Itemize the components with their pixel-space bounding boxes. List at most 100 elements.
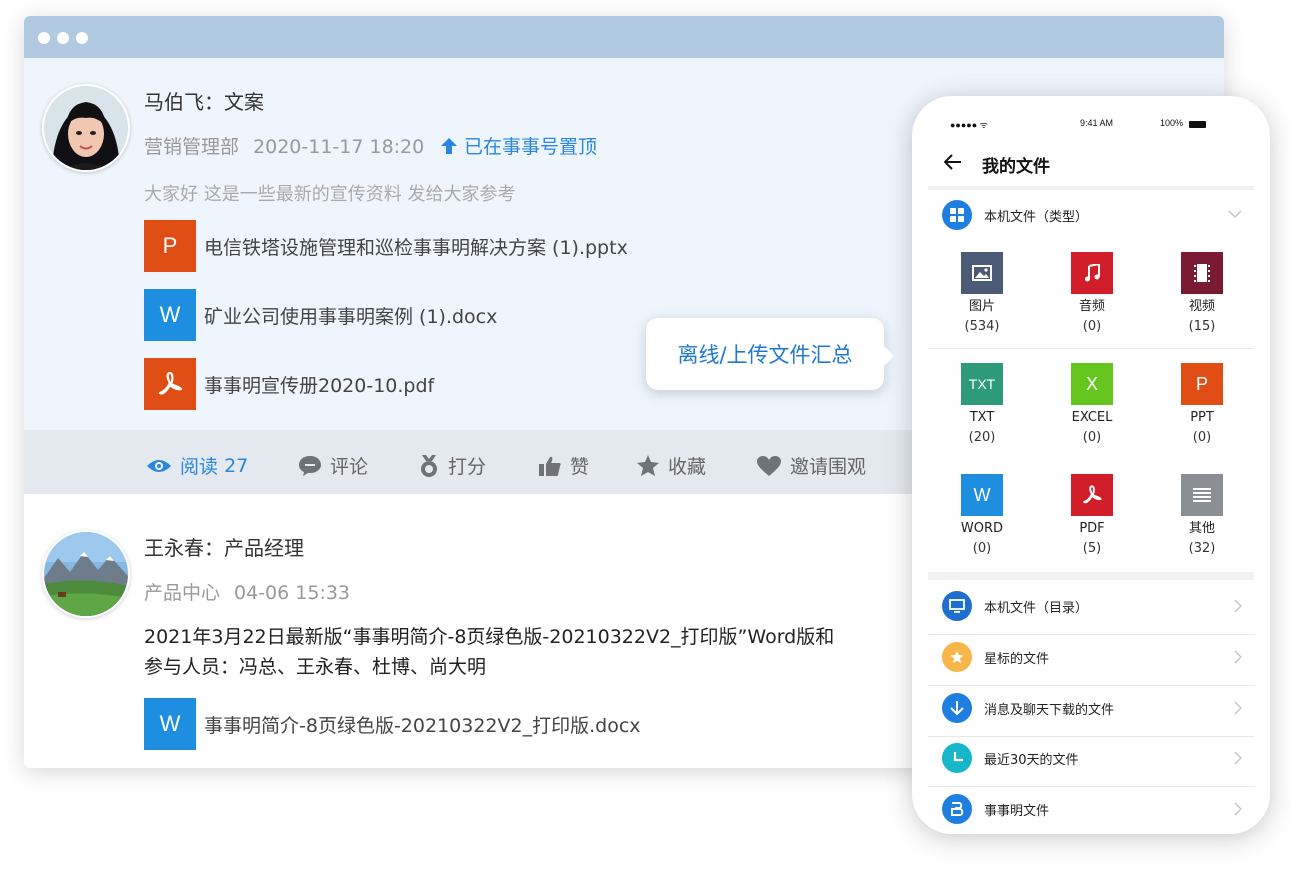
post-datetime: 2020-11-17 18:20 <box>253 136 425 158</box>
page-title: 我的文件 <box>982 157 1050 177</box>
tile-label: 图片 <box>968 299 995 314</box>
divider <box>928 736 1254 737</box>
download-icon <box>942 693 972 723</box>
post-author[interactable]: 王永春：产品经理 <box>144 532 304 561</box>
post-meta: 营销管理部 2020-11-17 18:20 <box>144 132 424 159</box>
post-department: 产品中心 <box>144 582 221 604</box>
pdf-icon <box>1071 474 1113 516</box>
divider <box>928 572 1254 580</box>
app-logo-icon <box>942 794 972 824</box>
file-type-tile[interactable]: 音频 (0) <box>1052 252 1132 335</box>
rate-button[interactable]: 打分 <box>418 452 486 479</box>
favorite-button[interactable]: 收藏 <box>636 452 706 479</box>
tile-count: (0) <box>1082 319 1102 334</box>
signal-indicator: ●●●●● ᯤ <box>950 120 988 130</box>
battery-icon <box>1189 121 1206 128</box>
pinned-badge[interactable]: 已在事事号置顶 <box>440 132 597 159</box>
clock-icon <box>942 743 972 773</box>
file-type-tile[interactable]: PDF (5) <box>1052 474 1132 557</box>
like-button[interactable]: 赞 <box>538 452 589 479</box>
image-icon <box>961 252 1003 294</box>
chevron-right-icon <box>1234 599 1242 613</box>
other-icon <box>1181 474 1223 516</box>
chevron-right-icon <box>1234 802 1242 816</box>
tile-label: WORD <box>960 521 1004 536</box>
tile-label: 音频 <box>1078 299 1105 314</box>
txt-icon: TXT <box>961 363 1003 405</box>
list-item-label: 星标的文件 <box>984 651 1050 667</box>
file-type-tile[interactable]: TXT TXT (20) <box>942 363 1022 446</box>
list-item[interactable]: 本机文件（目录） <box>942 591 1242 621</box>
tile-label: TXT <box>969 410 995 425</box>
divider <box>928 786 1254 787</box>
attachment-name: 事事明宣传册2020-10.pdf <box>204 374 435 397</box>
window-dot[interactable] <box>57 32 69 44</box>
file-type-tile[interactable]: P PPT (0) <box>1162 363 1242 446</box>
post-participants: 参与人员：冯总、王永春、杜博、尚大明 <box>144 656 487 678</box>
post-body-line: 2021年3月22日最新版“事事明简介-8页绿色版-20210322V2_打印版… <box>144 626 835 648</box>
status-time: 9:41 AM <box>1080 118 1114 128</box>
file-type-tile[interactable]: 图片 (534) <box>942 252 1022 335</box>
file-type-tile[interactable]: X EXCEL (0) <box>1052 363 1132 446</box>
chevron-right-icon <box>1234 751 1242 765</box>
medal-icon <box>421 454 437 477</box>
window-dot[interactable] <box>38 32 50 44</box>
read-button[interactable]: 阅读 27 <box>146 452 248 479</box>
thumbs-up-icon <box>539 456 561 476</box>
post-author[interactable]: 马伯飞：文案 <box>144 86 264 115</box>
tile-label: PDF <box>1079 521 1105 536</box>
avatar[interactable] <box>42 84 130 172</box>
arrow-up-icon <box>441 138 457 154</box>
like-label: 赞 <box>570 456 590 478</box>
file-type-tile[interactable]: W WORD (0) <box>942 474 1022 557</box>
tile-count: (0) <box>1192 430 1212 445</box>
list-item[interactable]: 消息及聊天下载的文件 <box>942 693 1242 723</box>
file-type-tile[interactable]: 视频 (15) <box>1162 252 1242 335</box>
list-item-label: 消息及聊天下载的文件 <box>984 702 1115 718</box>
comment-button[interactable]: 评论 <box>298 452 368 479</box>
chevron-down-icon[interactable] <box>1228 210 1242 218</box>
window-dot[interactable] <box>76 32 88 44</box>
pinned-text: 已在事事号置顶 <box>464 136 598 158</box>
word-icon: W <box>144 289 196 341</box>
divider <box>928 685 1254 686</box>
list-item[interactable]: 最近30天的文件 <box>942 743 1242 773</box>
invite-label: 邀请围观 <box>790 456 867 478</box>
music-icon <box>1071 252 1113 294</box>
chevron-right-icon <box>1234 701 1242 715</box>
comment-label: 评论 <box>330 456 369 478</box>
callout-tooltip: 离线/上传文件汇总 <box>646 318 894 390</box>
attachment[interactable]: W 事事明简介-8页绿色版-20210322V2_打印版.docx <box>144 698 641 750</box>
tile-label: EXCEL <box>1071 410 1113 425</box>
chevron-right-icon <box>1234 650 1242 664</box>
post-meta: 产品中心 04-06 15:33 <box>144 578 350 605</box>
pdf-icon <box>144 358 196 410</box>
file-type-tile[interactable]: 其他 (32) <box>1162 474 1242 557</box>
avatar[interactable] <box>42 530 130 618</box>
attachment[interactable]: 事事明宣传册2020-10.pdf <box>144 358 434 410</box>
list-item[interactable]: 星标的文件 <box>942 642 1242 672</box>
tile-count: (0) <box>1082 430 1102 445</box>
read-label: 阅读 <box>180 456 219 478</box>
divider <box>928 634 1254 635</box>
invite-button[interactable]: 邀请围观 <box>756 452 866 479</box>
attachment-name: 矿业公司使用事事明案例 (1).docx <box>204 305 498 328</box>
battery-percent: 100% <box>1160 118 1184 128</box>
tile-count: (20) <box>968 430 996 445</box>
list-item-label: 最近30天的文件 <box>984 752 1079 768</box>
title-bar <box>24 16 1224 58</box>
grid-icon <box>942 200 972 230</box>
tile-count: (32) <box>1188 541 1216 556</box>
tile-count: (534) <box>964 319 1000 334</box>
attachment[interactable]: W 矿业公司使用事事明案例 (1).docx <box>144 289 497 341</box>
list-item[interactable]: 事事明文件 <box>942 794 1242 824</box>
category-header[interactable]: 本机文件（类型） <box>942 200 1088 230</box>
attachment[interactable]: P 电信铁塔设施管理和巡检事事明解决方案 (1).pptx <box>144 220 628 272</box>
word-icon: W <box>961 474 1003 516</box>
back-arrow-icon[interactable] <box>944 154 962 170</box>
tile-label: 其他 <box>1188 521 1215 536</box>
excel-icon: X <box>1071 363 1113 405</box>
post-description: 大家好 这是一些最新的宣传资料 发给大家参考 <box>144 184 516 205</box>
category-header-label: 本机文件（类型） <box>984 209 1089 225</box>
monitor-icon <box>942 591 972 621</box>
